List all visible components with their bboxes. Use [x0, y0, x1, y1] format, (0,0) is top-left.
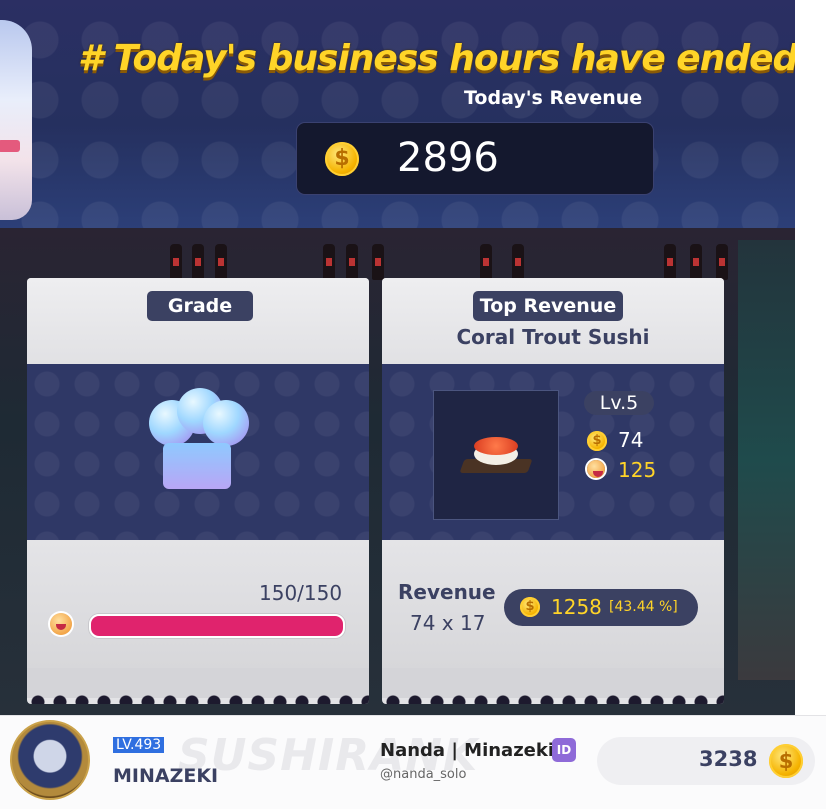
character-sprite	[0, 20, 32, 220]
todays-revenue-label: Today's Revenue	[464, 87, 643, 109]
dish-image	[433, 390, 559, 520]
dish-revenue-value: 1258	[551, 595, 602, 619]
taste-face-icon	[50, 613, 72, 635]
gold-coin-icon: $	[587, 431, 607, 451]
business-ended-headline: # Today's business hours have ended!	[78, 38, 795, 79]
bottle-icon	[512, 244, 524, 280]
player-name: MINAZEKI	[113, 765, 219, 787]
grade-progress-text: 150/150	[259, 581, 343, 605]
bottle-icon	[215, 244, 227, 280]
bottle-icon	[716, 244, 728, 280]
bottle-icon	[664, 244, 676, 280]
dish-taste: 125	[618, 458, 657, 482]
grade-progress-bar	[89, 614, 345, 638]
grade-card: Grade 150/150	[27, 278, 369, 704]
gold-coin-icon: $	[520, 597, 540, 617]
dish-level-badge: Lv.5	[584, 391, 654, 415]
dish-revenue-pill: $ 1258 [43.44 %]	[504, 589, 698, 626]
revenue-label: Revenue	[398, 580, 496, 604]
gold-coin-icon: $	[325, 142, 359, 176]
result-banner: # Today's business hours have ended! Tod…	[0, 0, 795, 228]
top-revenue-card: Top Revenue Coral Trout Sushi Lv.5 $ 74 …	[382, 278, 724, 704]
bottle-icon	[480, 244, 492, 280]
background-scenery	[738, 240, 795, 680]
creator-handle: @nanda_solo	[380, 767, 467, 782]
gold-coin-icon: $	[769, 744, 803, 778]
bottle-icon	[372, 244, 384, 280]
id-badge-icon: ID	[552, 738, 576, 762]
creator-name: Nanda | Minazeki	[380, 740, 555, 761]
player-level: LV.493	[113, 737, 165, 753]
dish-price: 74	[618, 428, 644, 452]
profile-footer: SUSHIRANK LV.493 MINAZEKI Nanda | Minaze…	[0, 715, 826, 809]
bottle-icon	[323, 244, 335, 280]
revenue-calculation: 74 x 17	[410, 611, 486, 635]
chef-hat-icon	[143, 388, 253, 492]
grade-title: Grade	[147, 291, 253, 321]
bottle-icon	[346, 244, 358, 280]
todays-revenue-box: $ 2896	[296, 122, 654, 195]
taste-face-icon	[587, 460, 605, 478]
todays-revenue-value: 2896	[397, 135, 499, 181]
bottle-icon	[192, 244, 204, 280]
top-revenue-title: Top Revenue	[473, 291, 623, 321]
bottle-icon	[690, 244, 702, 280]
gold-balance: 3238 $	[597, 737, 815, 785]
bottle-icon	[170, 244, 182, 280]
game-screen: # Today's business hours have ended! Tod…	[0, 0, 795, 715]
gold-amount: 3238	[699, 747, 758, 771]
avatar	[10, 720, 90, 800]
dish-name: Coral Trout Sushi	[456, 325, 650, 349]
dish-revenue-percent: [43.44 %]	[609, 599, 678, 615]
